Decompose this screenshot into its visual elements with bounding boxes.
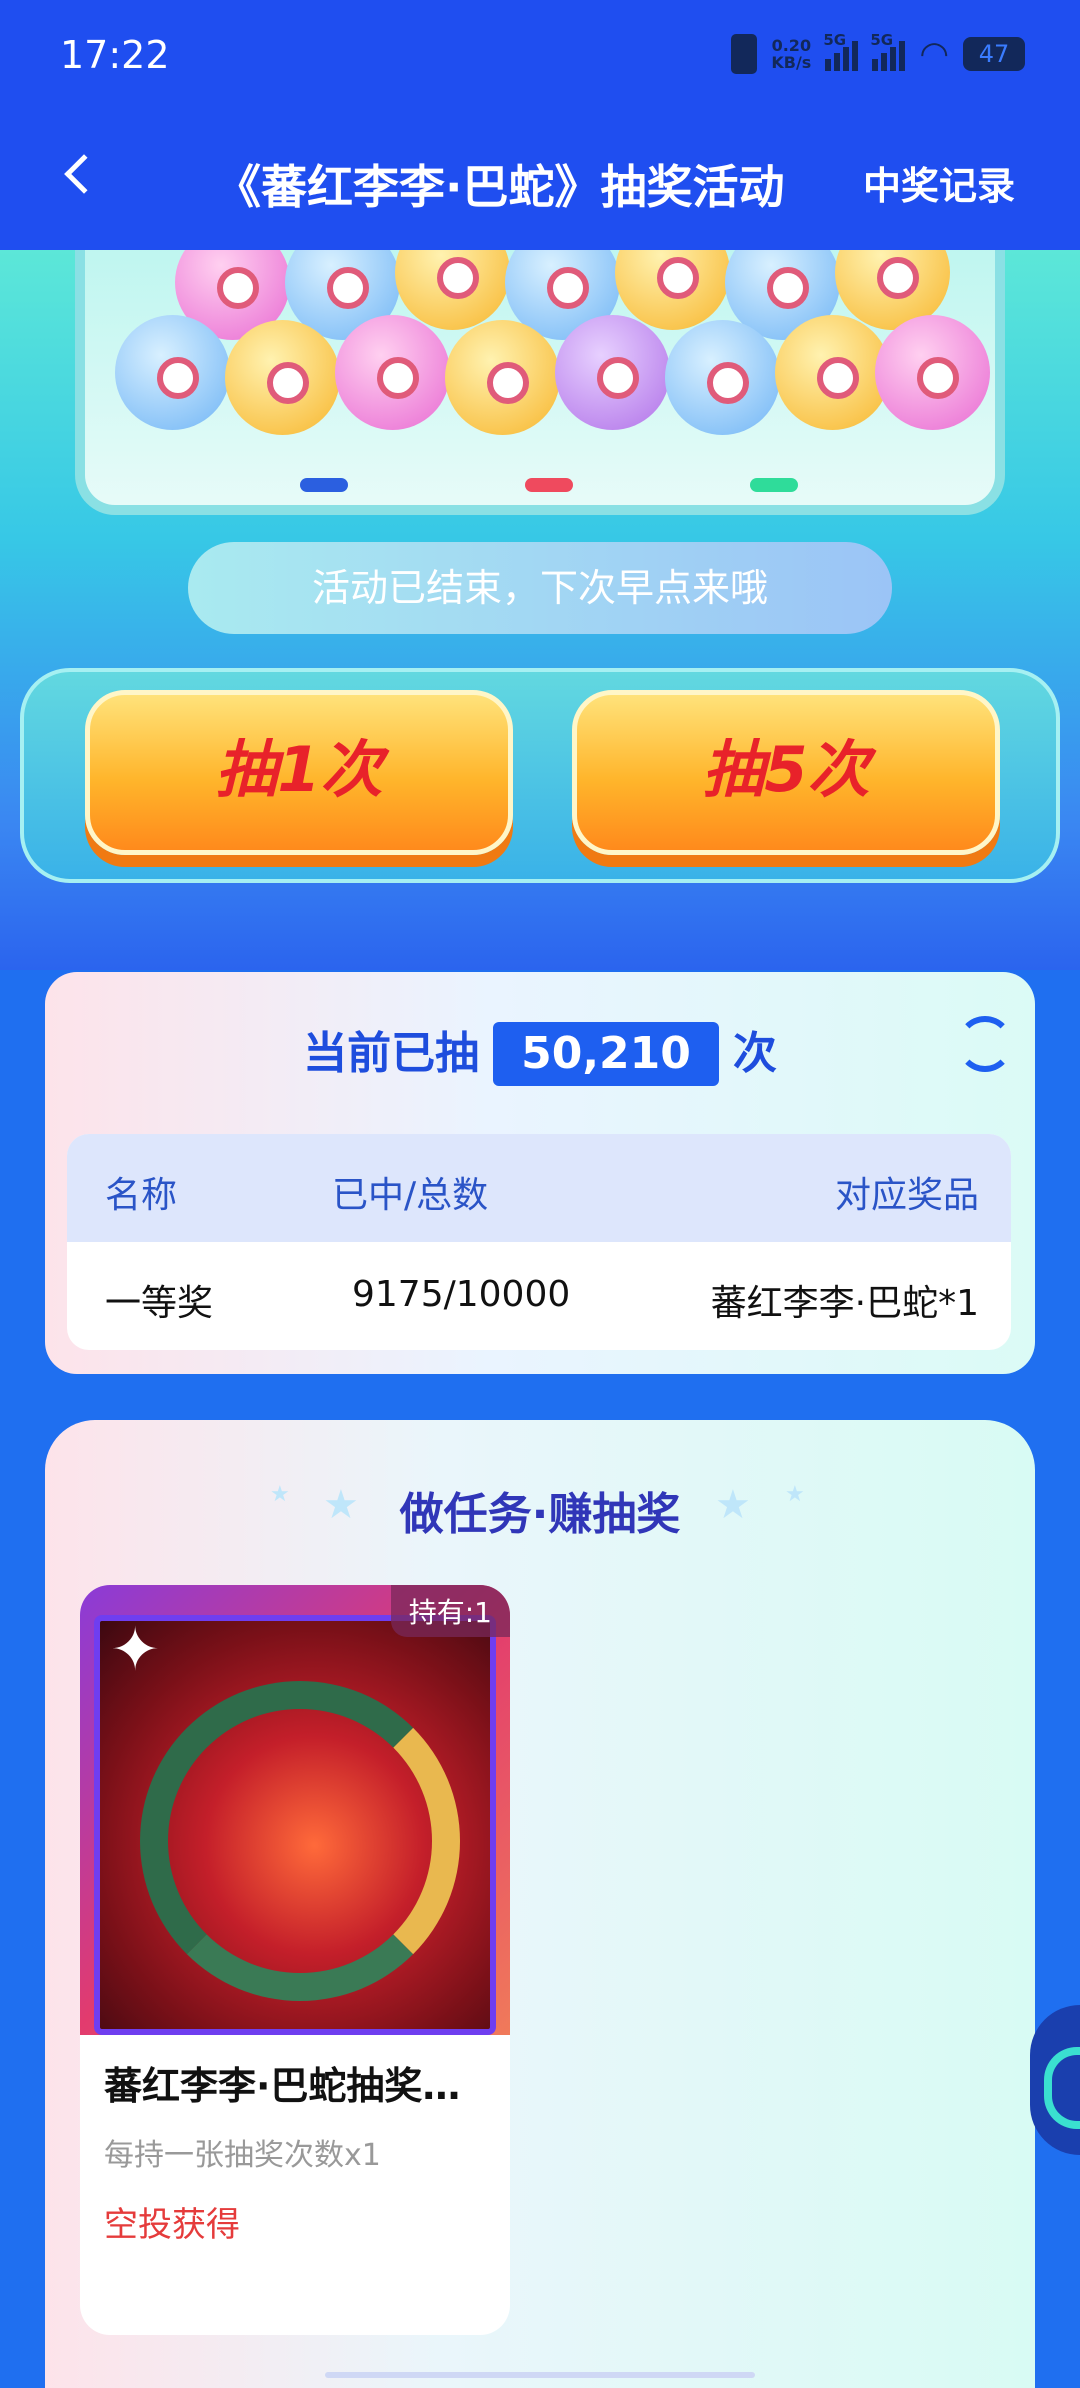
prize-progress: 9175/10000 — [352, 1274, 571, 1315]
status-bar: 17:22 0.20 KB/s 5G 5G ◠ 47 — [0, 0, 1080, 115]
signal-icon: 5G — [823, 31, 859, 71]
prize-table: 名称 已中/总数 对应奖品 一等奖 9175/10000 蕃红李李·巴蛇*1 — [67, 1134, 1011, 1350]
capsule-ball — [875, 315, 990, 430]
task-title: 做任务·赚抽奖 — [399, 1489, 681, 1540]
page-title: 《蕃红李李·巴蛇》抽奖活动 — [215, 160, 785, 214]
capsule-ball — [225, 320, 340, 435]
star-icon: ★ — [785, 1482, 805, 1507]
indicator-green — [750, 478, 798, 492]
capsule-ball — [445, 320, 560, 435]
home-indicator[interactable] — [325, 2372, 755, 2378]
vibrate-icon — [731, 34, 758, 74]
prize-record-link[interactable]: 中奖记录 — [863, 155, 1015, 210]
draw-once-button[interactable]: 抽1次 — [85, 690, 513, 855]
refresh-icon[interactable] — [957, 1016, 1013, 1072]
sparkle-icon: ✦ — [110, 1615, 161, 1685]
capsule-ball — [335, 315, 450, 430]
table-row: 一等奖 9175/10000 蕃红李李·巴蛇*1 — [67, 1242, 1011, 1350]
item-source[interactable]: 空投获得 — [104, 2197, 240, 2246]
capsule-ball — [775, 315, 890, 430]
star-icon: ★ — [715, 1482, 751, 1528]
network-speed: 0.20 KB/s — [771, 36, 812, 72]
capsule-ball — [115, 315, 230, 430]
floating-service-tab[interactable] — [1030, 2005, 1080, 2155]
task-section: ★ ★ 做任务·赚抽奖 ★ ★ ✦ 持有:1 蕃红李李·巴蛇抽奖… 每持一张抽奖… — [45, 1420, 1035, 2388]
table-header: 名称 已中/总数 对应奖品 — [67, 1134, 1011, 1242]
col-progress: 已中/总数 — [332, 1175, 489, 1216]
status-icons: 0.20 KB/s 5G 5G ◠ 47 — [731, 31, 1025, 74]
draw-count-value: 50,210 — [493, 1022, 719, 1086]
activity-ended-notice: 活动已结束，下次早点来哦 — [188, 542, 892, 634]
item-artwork: ✦ 持有:1 — [80, 1585, 510, 2035]
capsule-window — [75, 250, 1005, 515]
col-name: 名称 — [105, 1175, 178, 1216]
capsule-ball — [555, 315, 670, 430]
wifi-icon: ◠ — [919, 34, 949, 74]
capsule-balls — [115, 250, 995, 445]
signal-icon-2: 5G — [870, 31, 906, 71]
item-name: 蕃红李李·巴蛇抽奖… — [104, 2064, 461, 2108]
indicator-red — [525, 478, 573, 492]
task-item-card[interactable]: ✦ 持有:1 蕃红李李·巴蛇抽奖… 每持一张抽奖次数x1 空投获得 — [80, 1585, 510, 2335]
item-description: 每持一张抽奖次数x1 — [104, 2138, 381, 2173]
prize-level: 一等奖 — [105, 1283, 214, 1324]
prize-item: 蕃红李李·巴蛇*1 — [710, 1283, 979, 1324]
draw-five-button[interactable]: 抽5次 — [572, 690, 1000, 855]
draw-count-prefix: 当前已抽 — [303, 1028, 480, 1079]
app-header: 《蕃红李李·巴蛇》抽奖活动 中奖记录 — [0, 115, 1080, 250]
hold-badge: 持有:1 — [390, 1585, 510, 1637]
dragon-figure — [140, 1681, 460, 2001]
capsule-ball — [665, 320, 780, 435]
back-arrow-icon[interactable] — [64, 154, 104, 194]
col-prize: 对应奖品 — [834, 1175, 979, 1216]
clock: 17:22 — [60, 33, 170, 77]
draw-count-row: 当前已抽 50,210 次 — [45, 1017, 1035, 1086]
indicator-blue — [300, 478, 348, 492]
draw-count-suffix: 次 — [732, 1028, 777, 1079]
draw-stats-card: 当前已抽 50,210 次 名称 已中/总数 对应奖品 一等奖 9175/10000… — [45, 972, 1035, 1374]
battery-icon: 47 — [963, 37, 1025, 71]
lottery-machine: 活动已结束，下次早点来哦 抽1次 抽5次 — [0, 250, 1080, 970]
